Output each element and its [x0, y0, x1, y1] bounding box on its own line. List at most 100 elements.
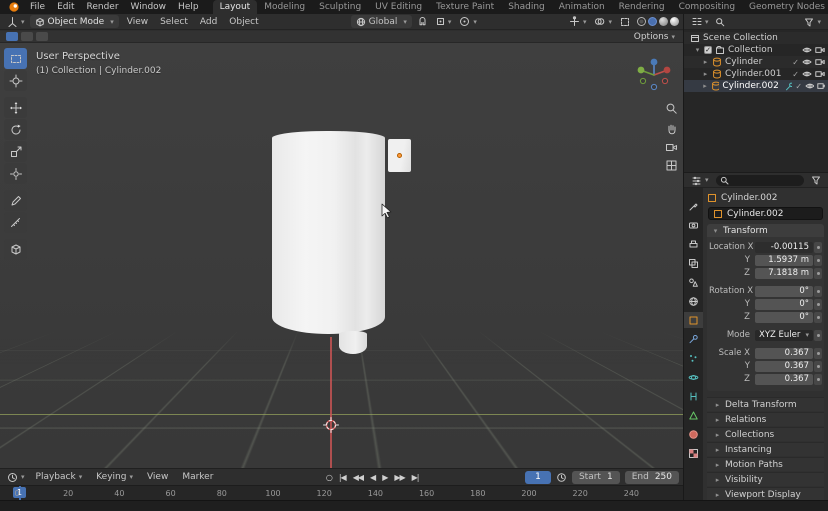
tab-object[interactable] [684, 312, 703, 328]
topbar-menu-item[interactable]: Help [172, 0, 205, 14]
tab-world[interactable] [684, 293, 703, 309]
pan-button[interactable] [662, 119, 680, 137]
expand-arrow-icon[interactable]: ▸ [702, 58, 709, 66]
tool-cursor[interactable] [4, 70, 27, 91]
expand-arrow-icon[interactable]: ▸ [702, 82, 708, 90]
play-button[interactable]: ▶ [379, 470, 390, 485]
rotation-x-field[interactable]: 0° [755, 286, 813, 297]
collapsed-panel-header[interactable]: ▸ Motion Paths [707, 457, 824, 471]
location-x-field[interactable]: -0.00115 [755, 242, 813, 253]
zoom-button[interactable] [662, 99, 680, 117]
tool-add-cube[interactable] [4, 239, 27, 260]
navigation-gizmo[interactable] [634, 55, 674, 95]
transform-orientation-dropdown[interactable]: Global [351, 15, 412, 28]
timeline-marker-menu[interactable]: Marker [176, 470, 219, 484]
animate-decorator[interactable] [814, 268, 822, 279]
tab-material[interactable] [684, 426, 703, 442]
tab-render[interactable] [684, 217, 703, 233]
cylinder-002-object[interactable] [388, 139, 411, 172]
collection-checkbox[interactable]: ✓ [704, 46, 712, 54]
rotation-mode-dropdown[interactable]: XYZ Euler ▾ [755, 330, 813, 341]
workspace-tab[interactable]: Sculpting [312, 0, 368, 14]
timeline-view-menu[interactable]: View [141, 470, 174, 484]
eye-icon[interactable] [802, 46, 812, 54]
properties-filter-button[interactable] [808, 173, 824, 187]
workspace-tab[interactable]: Geometry Nodes [742, 0, 828, 14]
scale-z-field[interactable]: 0.367 [755, 374, 813, 385]
collapsed-panel-header[interactable]: ▸ Viewport Display [707, 487, 824, 500]
object-mode-dropdown[interactable]: Object Mode [30, 15, 119, 28]
camera-icon[interactable] [815, 70, 825, 78]
camera-icon[interactable] [815, 58, 825, 66]
show-gizmo-dropdown[interactable] [566, 15, 590, 29]
workspace-tab[interactable]: UV Editing [368, 0, 429, 14]
tab-constraints[interactable] [684, 388, 703, 404]
select-mode-extend-button[interactable] [21, 32, 33, 41]
location-y-field[interactable]: 1.5937 m [755, 255, 813, 266]
outliner-row-cylinder-002[interactable]: ▸ Cylinder.002 ✓ [684, 80, 828, 92]
collapsed-panel-header[interactable]: ▸ Relations [707, 412, 824, 426]
scale-y-field[interactable]: 0.367 [755, 361, 813, 372]
workspace-tab[interactable]: Shading [501, 0, 552, 14]
tool-annotate[interactable] [4, 190, 27, 211]
outliner-row-collection[interactable]: ▾ ✓ Collection [684, 44, 828, 56]
workspace-tab[interactable]: Rendering [612, 0, 672, 14]
eye-icon[interactable] [802, 70, 812, 78]
animate-decorator[interactable] [814, 286, 822, 297]
transform-panel-header[interactable]: ▾ Transform [707, 224, 824, 237]
workspace-tab[interactable]: Animation [552, 0, 612, 14]
topbar-menu-item[interactable]: Window [125, 0, 173, 14]
scale-x-field[interactable]: 0.367 [755, 348, 813, 359]
topbar-menu-item[interactable]: File [24, 0, 51, 14]
tab-object-data[interactable] [684, 407, 703, 423]
snap-settings-dropdown[interactable] [433, 15, 455, 29]
animate-decorator[interactable] [814, 374, 822, 385]
select-check-icon[interactable]: ✓ [795, 82, 802, 91]
tab-tool[interactable] [684, 198, 703, 214]
viewport-menu-item[interactable]: View [121, 15, 154, 29]
tab-modifiers[interactable] [684, 331, 703, 347]
collapsed-panel-header[interactable]: ▸ Instancing [707, 442, 824, 456]
camera-icon[interactable] [817, 82, 825, 90]
current-frame-field[interactable]: 1 [525, 471, 551, 484]
animate-decorator[interactable] [814, 299, 822, 310]
cylinder-001-object[interactable] [339, 331, 367, 354]
viewport-menu-item[interactable]: Add [194, 15, 223, 29]
outliner-row-cylinder[interactable]: ▸ Cylinder ✓ [684, 56, 828, 68]
outliner-editor-type-button[interactable] [688, 15, 712, 29]
rotation-z-field[interactable]: 0° [755, 312, 813, 323]
outliner-filter-button[interactable] [801, 15, 824, 29]
location-z-field[interactable]: 7.1818 m [755, 268, 813, 279]
animate-decorator[interactable] [814, 348, 822, 359]
shading-wireframe-button[interactable] [637, 17, 646, 26]
tool-measure[interactable] [4, 212, 27, 233]
animate-decorator[interactable] [814, 255, 822, 266]
end-frame-field[interactable]: End 250 [625, 471, 679, 484]
overlays-dropdown[interactable] [591, 15, 615, 29]
animate-decorator[interactable] [814, 330, 822, 341]
workspace-tab[interactable]: Modeling [257, 0, 312, 14]
editor-type-button[interactable] [4, 15, 28, 29]
playback-menu[interactable]: Playback [30, 470, 89, 484]
properties-search-field[interactable] [716, 175, 804, 186]
tab-view-layer[interactable] [684, 255, 703, 271]
properties-editor-type-button[interactable] [688, 173, 712, 187]
blender-logo-icon[interactable] [8, 1, 20, 13]
object-name-field[interactable]: Cylinder.002 [708, 207, 823, 220]
animate-decorator[interactable] [814, 361, 822, 372]
keying-menu[interactable]: Keying [90, 470, 139, 484]
tab-particles[interactable] [684, 350, 703, 366]
animate-decorator[interactable] [814, 312, 822, 323]
collapsed-panel-header[interactable]: ▸ Delta Transform [707, 397, 824, 411]
tab-output[interactable] [684, 236, 703, 252]
shading-rendered-button[interactable] [670, 17, 679, 26]
play-reverse-button[interactable]: ◀ [367, 470, 378, 485]
outliner-search-icon[interactable] [715, 17, 725, 27]
record-button[interactable]: ○ [323, 470, 335, 485]
timeline-ruler[interactable]: 1 020406080100120140160180200220240 [0, 485, 683, 500]
tool-scale[interactable] [4, 141, 27, 162]
camera-view-button[interactable] [662, 138, 680, 156]
proportional-editing-dropdown[interactable] [456, 15, 480, 29]
perspective-toggle-button[interactable] [662, 156, 680, 174]
animate-decorator[interactable] [814, 242, 822, 253]
